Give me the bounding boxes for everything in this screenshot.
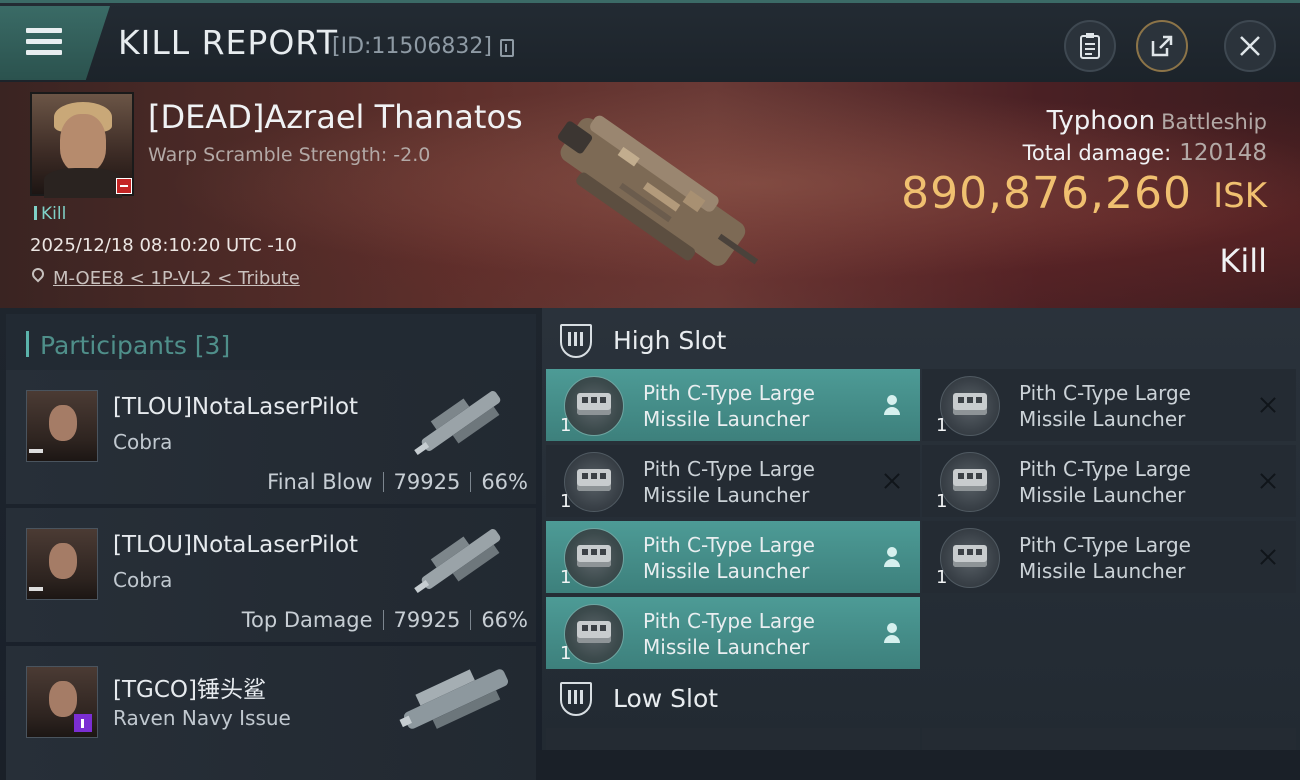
rank-badge-icon (74, 714, 92, 732)
kill-report-header: KILL REPORT [ID:11506832] (0, 0, 1300, 82)
module-quantity: 1 (560, 567, 572, 588)
module-slot[interactable]: 1 Pith C-Type Large Missile Launcher (546, 597, 920, 669)
menu-tab (0, 6, 110, 80)
close-button[interactable] (1224, 20, 1276, 72)
victim-summary: [DEAD]Azrael Thanatos Warp Scramble Stre… (0, 82, 1300, 308)
pilot-name: [TGCO]锤头鲨 (113, 677, 266, 703)
destroyed-status-icon (882, 471, 902, 491)
total-damage: Total damage: 120148 (1022, 140, 1267, 166)
module-slot[interactable]: 1 Pith C-Type Large Missile Launcher (922, 369, 1296, 441)
destroyed-status-icon (1258, 395, 1278, 415)
high-slot-title: High Slot (613, 326, 727, 355)
missile-launcher-icon (564, 528, 624, 588)
low-slot-icon (560, 682, 592, 716)
page-title: KILL REPORT (118, 23, 338, 62)
dropped-status-icon (882, 395, 902, 415)
dropped-status-icon (882, 547, 902, 567)
pilot-stats: Final Blow 79925 66% (267, 470, 528, 494)
menu-icon[interactable] (26, 28, 62, 58)
participant-row[interactable]: [TLOU]NotaLaserPilot Cobra Final Blow 799… (6, 370, 536, 504)
missile-launcher-icon (940, 376, 1000, 436)
pilot-ship-image (399, 669, 509, 729)
high-slot-header: High Slot (542, 310, 1300, 372)
low-slot-title: Low Slot (613, 684, 719, 713)
module-slot[interactable]: 1 Pith C-Type Large Missile Launcher (922, 521, 1296, 593)
module-quantity: 1 (936, 415, 948, 436)
pilot-portrait (26, 390, 98, 462)
dropped-status-icon (882, 623, 902, 643)
report-id: [ID:11506832] (332, 34, 492, 59)
pilot-ship: Raven Navy Issue (113, 706, 291, 730)
pilot-portrait (26, 528, 98, 600)
module-slot[interactable]: 1 Pith C-Type Large Missile Launcher (546, 445, 920, 517)
close-icon (1240, 36, 1260, 56)
module-name: Pith C-Type Large Missile Launcher (643, 457, 815, 507)
participants-header: Participants [3] (6, 314, 536, 372)
destroyed-status-icon (1258, 471, 1278, 491)
share-button[interactable] (1136, 20, 1188, 72)
participants-panel: Participants [3] [TLOU]NotaLaserPilot Co… (0, 308, 544, 780)
participant-row[interactable]: [TGCO]锤头鲨 Raven Navy Issue (6, 646, 536, 780)
participants-title: Participants [3] (40, 331, 231, 360)
module-quantity: 1 (936, 491, 948, 512)
participant-row[interactable]: [TLOU]NotaLaserPilot Cobra Top Damage 799… (6, 508, 536, 642)
location-pin-icon (29, 265, 47, 283)
module-quantity: 1 (560, 415, 572, 436)
module-slot[interactable] (546, 728, 920, 750)
share-icon (1151, 35, 1173, 57)
copy-icon[interactable] (500, 39, 514, 57)
kill-location-link[interactable]: M-OEE8 < 1P-VL2 < Tribute (53, 268, 300, 289)
module-quantity: 1 (560, 643, 572, 664)
low-slot-header: Low Slot (542, 668, 1300, 730)
module-slot[interactable]: 1 Pith C-Type Large Missile Launcher (922, 445, 1296, 517)
module-name: Pith C-Type Large Missile Launcher (643, 609, 815, 659)
warp-scramble-strength: Warp Scramble Strength: -2.0 (148, 144, 431, 166)
module-name: Pith C-Type Large Missile Launcher (1019, 533, 1191, 583)
kill-result-label: Kill (1219, 242, 1267, 280)
pilot-ship: Cobra (113, 568, 173, 592)
victim-ship-image (558, 115, 759, 266)
clipboard-icon (1080, 33, 1100, 59)
missile-launcher-icon (564, 376, 624, 436)
victim-ship-type: Typhoon Battleship (1046, 106, 1267, 136)
isk-value: 890,876,260 (901, 168, 1192, 219)
module-name: Pith C-Type Large Missile Launcher (1019, 457, 1191, 507)
module-slot[interactable] (922, 728, 1296, 750)
clipboard-button[interactable] (1064, 20, 1116, 72)
missile-launcher-icon (564, 452, 624, 512)
kill-datetime: 2025/12/18 08:10:20 UTC -10 (30, 235, 297, 256)
module-quantity: 1 (936, 567, 948, 588)
pilot-stats: Top Damage 79925 66% (241, 608, 528, 632)
pilot-ship: Cobra (113, 430, 173, 454)
high-slot-icon (560, 324, 592, 358)
module-slot[interactable]: 1 Pith C-Type Large Missile Launcher (546, 369, 920, 441)
fittings-panel: High Slot 1 Pith C-Type Large Missile Lau… (542, 308, 1300, 750)
kill-tag: Kill (34, 204, 66, 224)
pilot-ship-image (414, 529, 501, 594)
module-slot[interactable]: 1 Pith C-Type Large Missile Launcher (546, 521, 920, 593)
missile-launcher-icon (940, 528, 1000, 588)
dead-status-icon (116, 178, 132, 194)
victim-name[interactable]: [DEAD]Azrael Thanatos (148, 98, 523, 136)
missile-launcher-icon (564, 604, 624, 664)
missile-launcher-icon (940, 452, 1000, 512)
destroyed-status-icon (1258, 547, 1278, 567)
pilot-name: [TLOU]NotaLaserPilot (113, 394, 359, 420)
pilot-ship-image (414, 391, 501, 456)
module-quantity: 1 (560, 491, 572, 512)
module-name: Pith C-Type Large Missile Launcher (1019, 381, 1191, 431)
module-name: Pith C-Type Large Missile Launcher (643, 381, 815, 431)
isk-unit: ISK (1213, 176, 1267, 216)
pilot-name: [TLOU]NotaLaserPilot (113, 532, 359, 558)
module-name: Pith C-Type Large Missile Launcher (643, 533, 815, 583)
